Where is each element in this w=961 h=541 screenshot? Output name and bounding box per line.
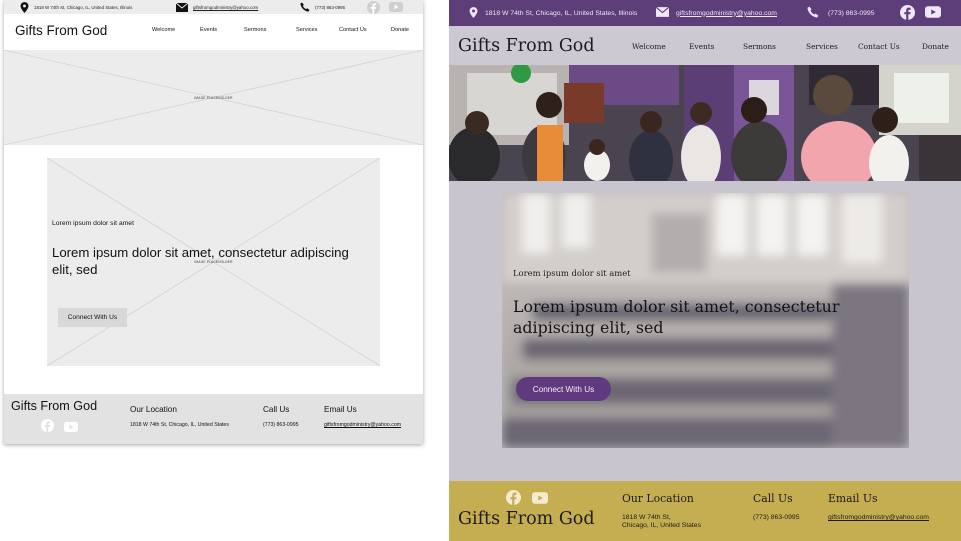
wireframe-mockup: 1818 W 74th St, Chicago, IL, United Stat…	[4, 0, 423, 444]
site-logo[interactable]: Gifts From God	[458, 36, 595, 56]
facebook-icon[interactable]	[506, 490, 521, 510]
nav-services[interactable]: Services	[806, 42, 838, 51]
design-navbar: Gifts From God Welcome Events Sermons Se…	[449, 26, 961, 65]
topbar-email-link[interactable]: giftsfromgodministry@yahoo.com	[193, 5, 258, 10]
phone-icon	[300, 2, 310, 12]
topbar-email[interactable]: giftsfromgodministry@yahoo.com	[655, 0, 777, 26]
footer-call-title: Call Us	[263, 405, 290, 414]
wireframe-footer: Gifts From God Our Location 1818 W 74th …	[4, 394, 423, 444]
footer-location-text: 1818 W 74th St, Chicago, IL, United Stat…	[130, 422, 229, 428]
nav-welcome[interactable]: Welcome	[152, 27, 175, 33]
facebook-icon[interactable]	[41, 419, 54, 437]
footer-phone-text[interactable]: (773) 863-0995	[263, 422, 298, 428]
facebook-icon[interactable]	[900, 4, 915, 22]
topbar-address: 1818 W 74th St, Chicago, IL, United Stat…	[20, 0, 132, 14]
nav-contact-us[interactable]: Contact Us	[858, 42, 900, 51]
design-topbar: 1818 W 74th St, Chicago, IL, United Stat…	[449, 0, 961, 26]
youtube-icon[interactable]	[532, 491, 548, 509]
footer-location-title: Our Location	[130, 405, 177, 414]
site-logo[interactable]: Gifts From God	[15, 23, 107, 38]
envelope-icon	[176, 2, 188, 12]
topbar-address-text: 1818 W 74th St, Chicago, IL, United Stat…	[34, 4, 133, 10]
feature-eyebrow: Lorem ipsum dolor sit amet	[513, 268, 631, 278]
nav-events[interactable]: Events	[689, 42, 714, 51]
connect-with-us-button[interactable]: Connect With Us	[516, 377, 611, 401]
nav-welcome[interactable]: Welcome	[632, 42, 666, 51]
nav-sermons[interactable]: Sermons	[743, 42, 776, 51]
feature-heading: Lorem ipsum dolor sit amet, consectetur …	[513, 297, 840, 337]
map-pin-icon	[469, 6, 478, 20]
placeholder-label: IMAGE PLACEHOLDER	[194, 95, 233, 100]
map-pin-icon	[20, 1, 29, 13]
wireframe-topbar: 1818 W 74th St, Chicago, IL, United Stat…	[4, 0, 423, 14]
youtube-icon[interactable]	[64, 419, 78, 437]
topbar-social	[367, 0, 403, 14]
footer-logo: Gifts From God	[458, 509, 595, 529]
nav-donate[interactable]: Donate	[391, 27, 409, 33]
footer-phone-text[interactable]: (773) 863-0995	[753, 514, 799, 521]
footer-social	[41, 419, 78, 437]
envelope-icon	[655, 6, 670, 19]
topbar-phone-text: (773) 863-0995	[315, 4, 346, 10]
nav-contact-us[interactable]: Contact Us	[339, 27, 367, 33]
footer-location-line2: Chicago, IL, United States	[622, 522, 701, 529]
connect-with-us-button[interactable]: Connect With Us	[58, 308, 127, 327]
footer-location-title: Our Location	[622, 492, 694, 505]
footer-email-title: Email Us	[828, 492, 878, 505]
nav-services[interactable]: Services	[296, 27, 317, 33]
feature-heading: Lorem ipsum dolor sit amet, consectetur …	[52, 245, 349, 277]
hero-photo-congregation	[449, 65, 961, 181]
design-footer: Gifts From God Our Location 1818 W 74th …	[449, 481, 961, 541]
topbar-social	[900, 0, 941, 26]
topbar-phone[interactable]: (773) 863-0995	[300, 0, 345, 14]
footer-social	[506, 490, 548, 510]
youtube-icon[interactable]	[389, 2, 403, 12]
hero-photo-illustration	[449, 65, 961, 181]
wireframe-navbar: Gifts From God Welcome Events Sermons Se…	[4, 14, 423, 50]
topbar-address-text: 1818 W 74th St, Chicago, IL, United Stat…	[485, 9, 638, 17]
topbar-phone-text: (773) 863-0995	[828, 9, 875, 17]
design-mockup: 1818 W 74th St, Chicago, IL, United Stat…	[449, 0, 961, 541]
footer-location-line1: 1818 W 74th St,	[622, 514, 671, 521]
nav-sermons[interactable]: Sermons	[244, 27, 266, 33]
footer-email-title: Email Us	[324, 405, 357, 414]
topbar-address: 1818 W 74th St, Chicago, IL, United Stat…	[469, 0, 637, 26]
footer-email-link[interactable]: giftsfromgodministry@yahoo.com	[828, 514, 929, 521]
footer-logo: Gifts From God	[11, 399, 98, 413]
facebook-icon[interactable]	[367, 0, 380, 14]
topbar-email-link[interactable]: giftsfromgodministry@yahoo.com	[676, 10, 777, 17]
footer-email-link[interactable]: giftsfromgodministry@yahoo.com	[324, 422, 401, 428]
phone-icon	[807, 6, 819, 20]
youtube-icon[interactable]	[925, 6, 941, 20]
topbar-email[interactable]: giftsfromgodministry@yahoo.com	[176, 0, 258, 14]
footer-call-title: Call Us	[753, 492, 793, 505]
nav-events[interactable]: Events	[200, 27, 217, 33]
hero-image-placeholder: IMAGE PLACEHOLDER	[4, 50, 423, 145]
topbar-phone[interactable]: (773) 863-0995	[807, 0, 874, 26]
nav-donate[interactable]: Donate	[922, 42, 949, 51]
feature-eyebrow: Lorem ipsum dolor sit amet	[52, 220, 134, 227]
